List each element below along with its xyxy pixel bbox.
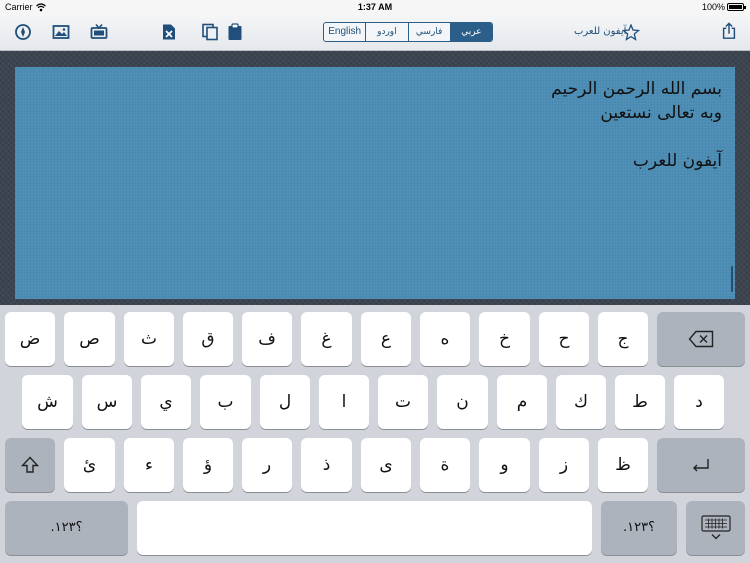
editor-line: آيفون للعرب: [632, 151, 722, 171]
image-icon[interactable]: [52, 23, 70, 41]
clock: 1:37 AM: [357, 2, 393, 12]
compass-icon[interactable]: [14, 23, 32, 41]
key[interactable]: ذ: [301, 438, 352, 492]
copy-icon[interactable]: [201, 23, 219, 41]
key[interactable]: س: [82, 375, 132, 429]
key[interactable]: ه: [420, 312, 470, 366]
delete-file-icon[interactable]: [160, 23, 178, 41]
key[interactable]: ف: [242, 312, 292, 366]
key[interactable]: د: [674, 375, 724, 429]
return-icon: [693, 459, 709, 472]
editor-line: وبه تعالى نستعين: [600, 103, 722, 123]
key[interactable]: ع: [361, 312, 411, 366]
key[interactable]: ا: [319, 375, 369, 429]
lang-arabic[interactable]: عربي: [449, 23, 492, 41]
share-icon[interactable]: [720, 22, 738, 40]
hide-keyboard-key[interactable]: [686, 501, 745, 555]
battery-percent: 100%: [702, 2, 726, 12]
key[interactable]: ح: [539, 312, 589, 366]
shift-icon: [21, 456, 39, 473]
key[interactable]: ن: [437, 375, 488, 429]
toolbar: English اوردو فارسي عربي آيفون للعرب: [0, 16, 750, 51]
brand-logo-icon: [621, 23, 641, 42]
language-selector: English اوردو فارسي عربي: [323, 22, 493, 42]
key[interactable]: ء: [124, 438, 174, 492]
editor-line: بسم الله الرحمن الرحيم: [551, 79, 722, 99]
key[interactable]: ج: [598, 312, 648, 366]
battery-icon: [727, 3, 746, 11]
text-editor[interactable]: بسم الله الرحمن الرحيم وبه تعالى نستعين …: [15, 67, 735, 299]
lang-urdu[interactable]: اوردو: [365, 23, 407, 41]
key[interactable]: ة: [420, 438, 470, 492]
key[interactable]: ظ: [598, 438, 648, 492]
key[interactable]: ر: [242, 438, 292, 492]
key[interactable]: ش: [22, 375, 73, 429]
backspace-icon: [688, 330, 714, 348]
editor-scrollbar[interactable]: [731, 266, 733, 292]
key[interactable]: م: [497, 375, 547, 429]
numbers-key-right[interactable]: .؟١٢٣: [601, 501, 677, 555]
key[interactable]: ك: [556, 375, 606, 429]
keyboard-dismiss-icon: [700, 515, 731, 540]
tv-icon[interactable]: [90, 23, 108, 41]
space-key[interactable]: [137, 501, 592, 555]
shift-key[interactable]: [5, 438, 55, 492]
arabic-keyboard: ض ص ث ق ف غ ع ه خ ح ج ش س ي ب ل ا ت ن م …: [0, 305, 750, 563]
lang-english[interactable]: English: [324, 23, 365, 41]
clipboard-icon[interactable]: [226, 23, 244, 41]
key[interactable]: ى: [361, 438, 411, 492]
workspace-background: بسم الله الرحمن الرحيم وبه تعالى نستعين …: [0, 51, 750, 305]
key[interactable]: غ: [301, 312, 352, 366]
status-bar: Carrier 1:37 AM 100%: [0, 0, 750, 16]
return-key[interactable]: [657, 438, 745, 492]
numbers-key-left[interactable]: .؟١٢٣: [5, 501, 128, 555]
key[interactable]: ؤ: [183, 438, 233, 492]
key[interactable]: ط: [615, 375, 665, 429]
key[interactable]: خ: [479, 312, 530, 366]
key[interactable]: ض: [5, 312, 55, 366]
key[interactable]: ي: [141, 375, 191, 429]
key[interactable]: ت: [378, 375, 428, 429]
key[interactable]: ق: [183, 312, 233, 366]
key[interactable]: ث: [124, 312, 174, 366]
key[interactable]: ل: [260, 375, 310, 429]
backspace-key[interactable]: [657, 312, 745, 366]
lang-farsi[interactable]: فارسي: [407, 23, 450, 41]
key[interactable]: ص: [64, 312, 115, 366]
brand-name: آيفون للعرب: [574, 26, 627, 37]
key[interactable]: ب: [200, 375, 251, 429]
key[interactable]: ز: [539, 438, 589, 492]
key[interactable]: ئ: [64, 438, 115, 492]
key[interactable]: و: [479, 438, 530, 492]
